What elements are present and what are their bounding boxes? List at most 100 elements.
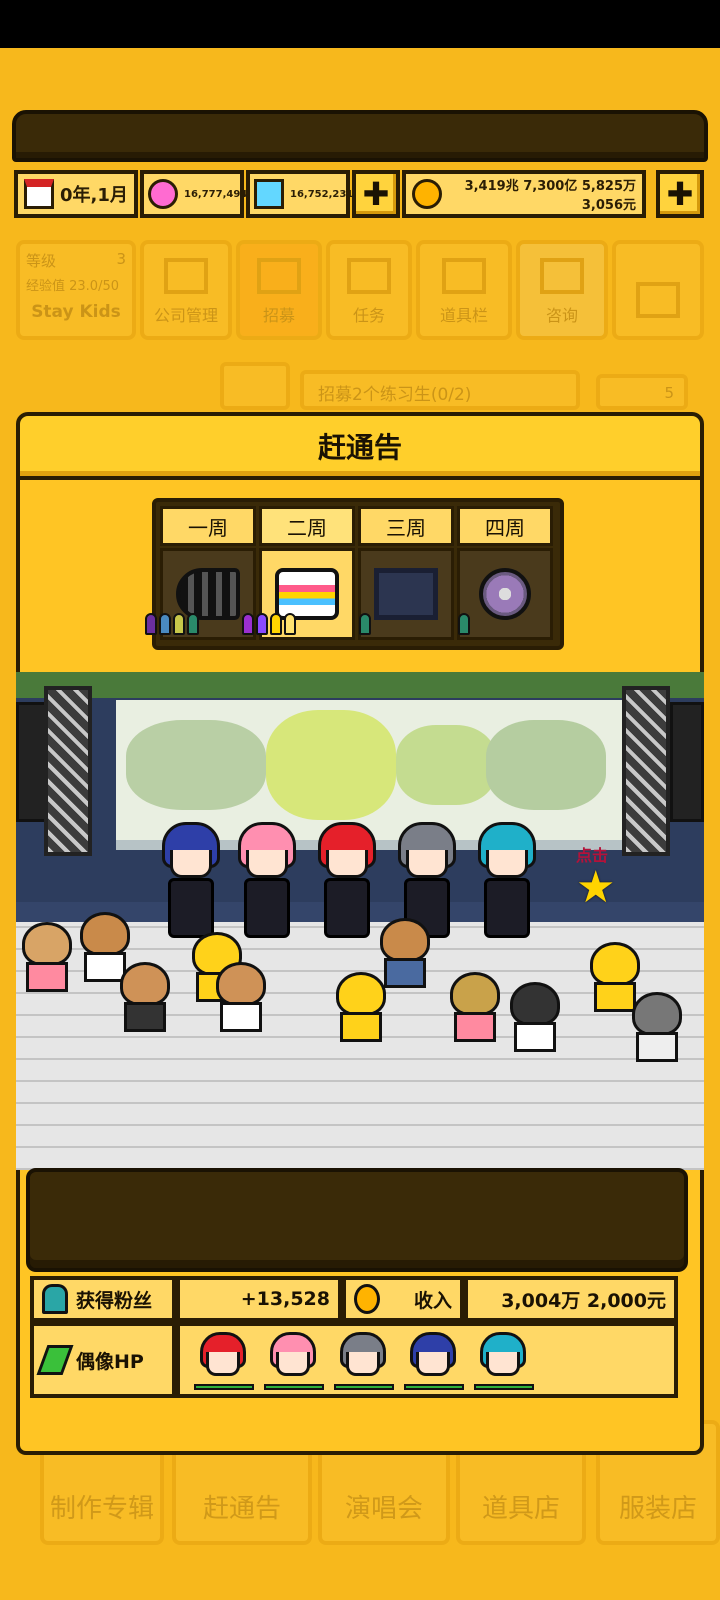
menu-tile-label: 任务 — [352, 306, 385, 325]
fans-gained-value-cell: +13,528 — [176, 1276, 342, 1322]
fan — [506, 982, 564, 1052]
fan — [116, 962, 174, 1032]
tab-week-2[interactable]: 二周 — [259, 506, 355, 546]
tab-label: 二周 — [287, 515, 327, 540]
cd-chart-icon — [479, 568, 531, 620]
menu-tile-label: 道具栏 — [439, 306, 488, 325]
idol-hp-label: 偶像HP — [76, 1350, 144, 1373]
idol-character — [312, 822, 382, 940]
dialog-title-bar: 赶通告 — [16, 412, 704, 480]
bottom-tile-label: 赶通告 — [202, 1494, 281, 1524]
fan — [446, 972, 504, 1042]
mail-icon — [636, 282, 680, 318]
tv-icon — [374, 568, 438, 620]
message-box — [26, 1168, 688, 1272]
member-group — [458, 613, 470, 635]
member-face — [346, 1352, 380, 1376]
chest-icon — [442, 258, 486, 294]
menu-tile-tasks: 任务 — [326, 240, 412, 340]
dialog-title: 赶通告 — [317, 431, 402, 464]
idol-outfit — [484, 878, 530, 938]
star-icon[interactable]: ★ — [576, 866, 615, 910]
speaker-right — [670, 702, 704, 822]
income-value: 3,004万 2,000元 — [501, 1289, 666, 1312]
fans-gained-value: +13,528 — [240, 1288, 330, 1310]
idol-outfit — [324, 878, 370, 938]
hp-bar — [404, 1384, 464, 1390]
tab-week-1[interactable]: 一周 — [160, 506, 256, 546]
idol-face — [406, 850, 448, 878]
idol-hp-label-cell: 偶像HP — [30, 1322, 176, 1398]
scroll-icon — [347, 258, 391, 294]
member-group — [145, 613, 199, 635]
idol-hp-list — [176, 1322, 678, 1398]
hp-bar — [334, 1384, 394, 1390]
menu-tile-company: 公司管理 — [140, 240, 232, 340]
menu-tile-recruit: 招募 — [236, 240, 322, 340]
menu-tile-consult: 咨询 — [516, 240, 608, 340]
member-group — [242, 613, 296, 635]
tab-label: 三周 — [386, 515, 426, 540]
bottom-tile-label: 服装店 — [618, 1494, 697, 1524]
idol-character — [156, 822, 226, 940]
hp-member — [334, 1330, 394, 1390]
fan — [628, 992, 686, 1062]
hammer-icon — [540, 258, 584, 294]
tab-label: 一周 — [188, 515, 228, 540]
schedule-card-week-3[interactable] — [358, 548, 454, 640]
stage-foliage — [16, 672, 704, 698]
idol-face — [246, 850, 288, 878]
idol-character — [232, 822, 302, 940]
exp-text: 经验值 23.0/50 — [26, 279, 119, 294]
schedule-card-week-4[interactable] — [457, 548, 553, 640]
member-face — [416, 1352, 450, 1376]
member-face — [486, 1352, 520, 1376]
megaphone-icon — [257, 258, 301, 294]
income-label: 收入 — [413, 1289, 452, 1312]
tab-week-4[interactable]: 四周 — [457, 506, 553, 546]
bottom-tile-label: 道具店 — [481, 1494, 560, 1524]
fans-gained-label-cell: 获得粉丝 — [30, 1276, 176, 1322]
tab-label: 四周 — [485, 515, 525, 540]
idol-face — [486, 850, 528, 878]
truss-right — [622, 686, 670, 856]
level-value: 3 — [116, 250, 126, 268]
idol-face — [326, 850, 368, 878]
lightning-icon — [36, 1345, 74, 1375]
member-face — [276, 1352, 310, 1376]
schedule-card-week-2[interactable] — [242, 548, 355, 640]
coin-icon — [354, 1284, 380, 1314]
fan-person-icon — [42, 1284, 68, 1314]
menu-tile-label: 招募 — [262, 306, 295, 325]
tab-week-3[interactable]: 三周 — [358, 506, 454, 546]
level-label: 等级 — [26, 252, 57, 270]
bottom-tile-label: 制作专辑 — [49, 1494, 154, 1524]
member-group — [359, 613, 371, 635]
fan — [376, 918, 434, 988]
hp-bar — [194, 1384, 254, 1390]
performance-stage[interactable]: 点击 ★ — [16, 672, 704, 1170]
fan — [18, 922, 76, 992]
hp-bar — [474, 1384, 534, 1390]
group-info-panel: 等级 3 经验值 23.0/50 Stay Kids — [16, 240, 136, 340]
fans-gained-label: 获得粉丝 — [76, 1289, 153, 1312]
menu-tile-label: 公司管理 — [153, 306, 218, 325]
idol-face — [170, 850, 212, 878]
mission-text: 招募2个练习生(0/2) — [300, 370, 580, 410]
income-value-cell: 3,004万 2,000元 — [464, 1276, 678, 1322]
building-icon — [164, 258, 208, 294]
hp-member — [404, 1330, 464, 1390]
hp-bar — [264, 1384, 324, 1390]
idol-character — [472, 822, 542, 940]
mission-count: 5 — [596, 374, 688, 410]
menu-tile-label: 咨询 — [545, 306, 578, 325]
idol-outfit — [244, 878, 290, 938]
bottom-tile-label: 演唱会 — [344, 1494, 423, 1524]
hp-member — [264, 1330, 324, 1390]
menu-tile-inventory: 道具栏 — [416, 240, 512, 340]
truss-left — [44, 686, 92, 856]
hp-member — [194, 1330, 254, 1390]
mission-icon-box — [220, 362, 290, 410]
menu-tile-mail — [612, 240, 704, 340]
group-name: Stay Kids — [31, 302, 121, 322]
